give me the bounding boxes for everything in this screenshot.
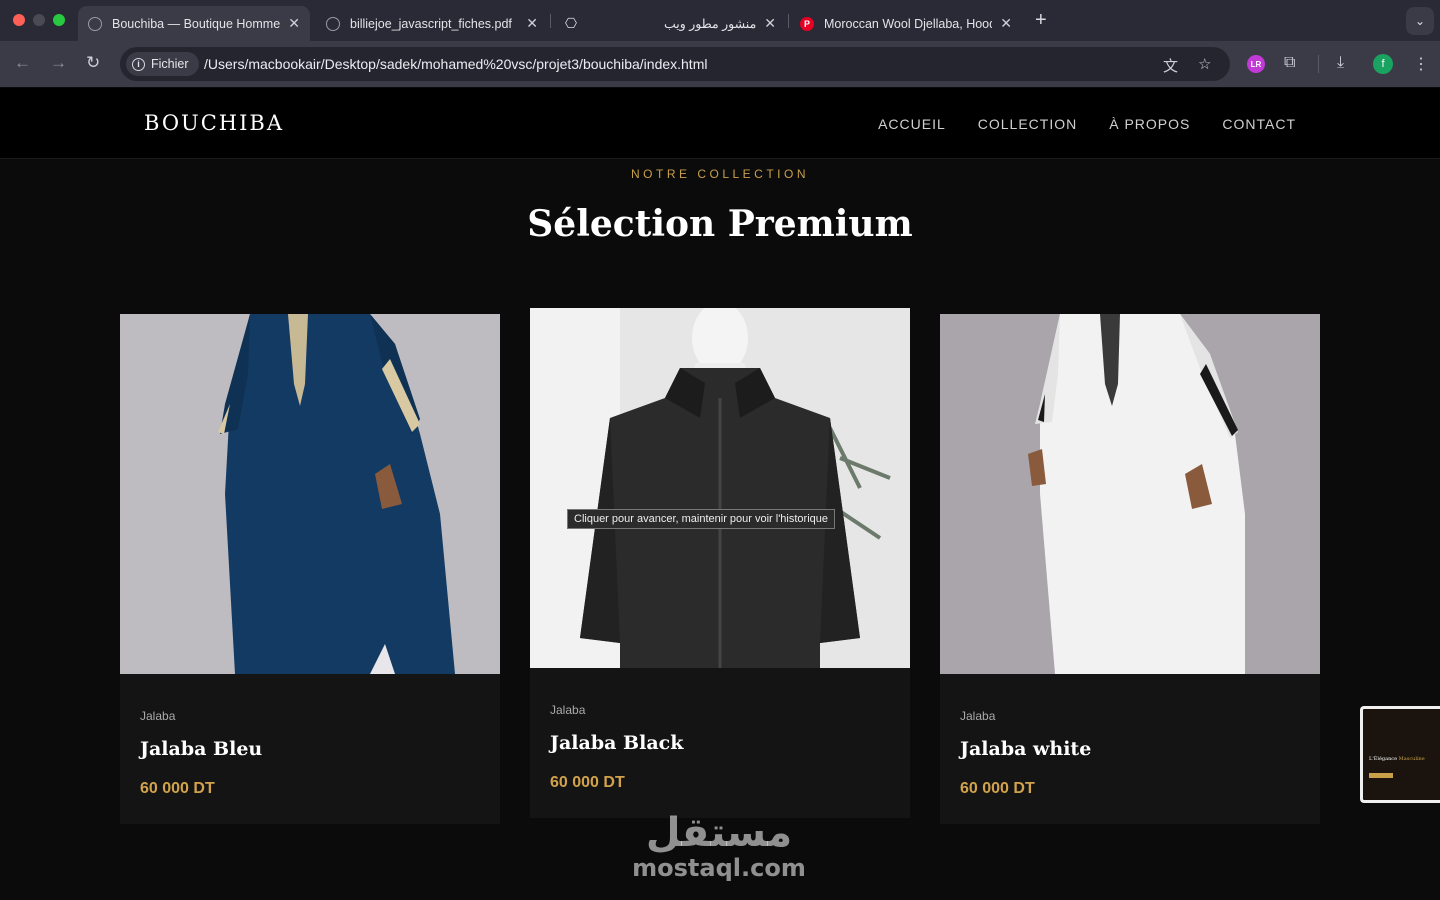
section-title: Sélection Premium (527, 203, 913, 245)
tab-search-button[interactable]: ⌄ (1406, 7, 1434, 35)
nav-collection[interactable]: COLLECTION (978, 116, 1077, 132)
screenshot-thumbnail[interactable]: L'Élégance Masculine (1360, 706, 1440, 803)
profile-avatar[interactable]: f (1373, 54, 1393, 74)
product-price: 60 000 DT (960, 780, 1035, 797)
nav-accueil[interactable]: ACCUEIL (878, 116, 946, 132)
globe-icon (88, 16, 102, 31)
tab-bouchiba[interactable]: Bouchiba — Boutique Homme ✕ (78, 6, 310, 41)
maximize-window-button[interactable] (53, 14, 65, 26)
product-card[interactable]: Jalaba Jalaba white 60 000 DT (940, 314, 1320, 824)
close-icon[interactable]: ✕ (288, 15, 300, 32)
product-card[interactable]: Jalaba Jalaba Black 60 000 DT (530, 308, 910, 818)
product-price: 60 000 DT (550, 774, 625, 791)
product-info: Jalaba Jalaba Black 60 000 DT (530, 668, 910, 818)
site-info-chip[interactable]: i Fichier (126, 52, 199, 76)
product-name[interactable]: Jalaba Bleu (140, 738, 262, 760)
nav-a-propos[interactable]: À PROPOS (1109, 116, 1190, 132)
product-card[interactable]: Jalaba Jalaba Bleu 60 000 DT (120, 314, 500, 824)
site-header: BOUCHIBA ACCUEIL COLLECTION À PROPOS CON… (0, 88, 1440, 159)
browser-tab-strip: Bouchiba — Boutique Homme ✕ billiejoe_ja… (0, 0, 1440, 41)
extensions-icon[interactable]: ⧉ (1284, 54, 1295, 72)
openai-icon: ⎔ (564, 15, 578, 31)
main-nav: ACCUEIL COLLECTION À PROPOS CONTACT (878, 116, 1296, 132)
tab-arabic-post[interactable]: منشور مطور ويب ✕ (596, 6, 786, 41)
product-price: 60 000 DT (140, 780, 215, 797)
nav-contact[interactable]: CONTACT (1222, 116, 1296, 132)
product-image[interactable] (120, 314, 500, 674)
extension-lr-icon[interactable]: LR (1247, 55, 1265, 73)
minimize-window-button[interactable] (33, 14, 45, 26)
close-icon[interactable]: ✕ (1000, 15, 1012, 32)
product-image[interactable] (940, 314, 1320, 674)
section-eyebrow: NOTRE COLLECTION (630, 167, 809, 181)
site-logo[interactable]: BOUCHIBA (144, 111, 284, 135)
product-name[interactable]: Jalaba Black (550, 732, 683, 754)
url-text[interactable]: /Users/macbookair/Desktop/sadek/mohamed%… (204, 56, 707, 72)
product-category: Jalaba (140, 709, 176, 723)
close-icon[interactable]: ✕ (764, 15, 776, 32)
product-image[interactable] (530, 308, 910, 668)
product-info: Jalaba Jalaba white 60 000 DT (940, 674, 1320, 824)
globe-icon (326, 16, 340, 31)
back-icon[interactable]: ← (14, 53, 31, 73)
product-info: Jalaba Jalaba Bleu 60 000 DT (120, 674, 500, 824)
tab-openai[interactable]: ⎔ (554, 6, 594, 41)
back-button-tooltip: Cliquer pour avancer, maintenir pour voi… (567, 509, 836, 529)
close-icon[interactable]: ✕ (526, 15, 538, 32)
close-window-button[interactable] (13, 14, 25, 26)
download-icon[interactable]: ⤓ (1337, 54, 1344, 72)
product-category: Jalaba (960, 709, 996, 723)
more-menu-icon[interactable]: ⋮ (1413, 54, 1429, 74)
chevron-down-icon: ⌄ (1414, 14, 1426, 28)
reload-icon[interactable]: ↻ (86, 53, 100, 73)
tab-pinterest[interactable]: P Moroccan Wool Djellaba, Hooded ✕ (790, 6, 1022, 41)
new-tab-button[interactable]: + (1035, 9, 1047, 32)
tab-pdf[interactable]: billiejoe_javascript_fiches.pdf ✕ (316, 6, 548, 41)
pinterest-icon: P (800, 16, 814, 31)
product-category: Jalaba (550, 703, 586, 717)
product-name[interactable]: Jalaba white (960, 738, 1091, 760)
address-bar[interactable]: i Fichier /Users/macbookair/Desktop/sade… (120, 47, 1230, 81)
info-icon: i (132, 57, 145, 71)
browser-toolbar: ← → ↻ i Fichier /Users/macbookair/Deskto… (0, 41, 1440, 87)
forward-icon[interactable]: → (50, 53, 67, 73)
translate-icon[interactable]: 文 (1163, 55, 1178, 76)
star-icon[interactable]: ☆ (1198, 55, 1211, 73)
mostaql-watermark: مستقل mostaql.com (632, 810, 806, 882)
